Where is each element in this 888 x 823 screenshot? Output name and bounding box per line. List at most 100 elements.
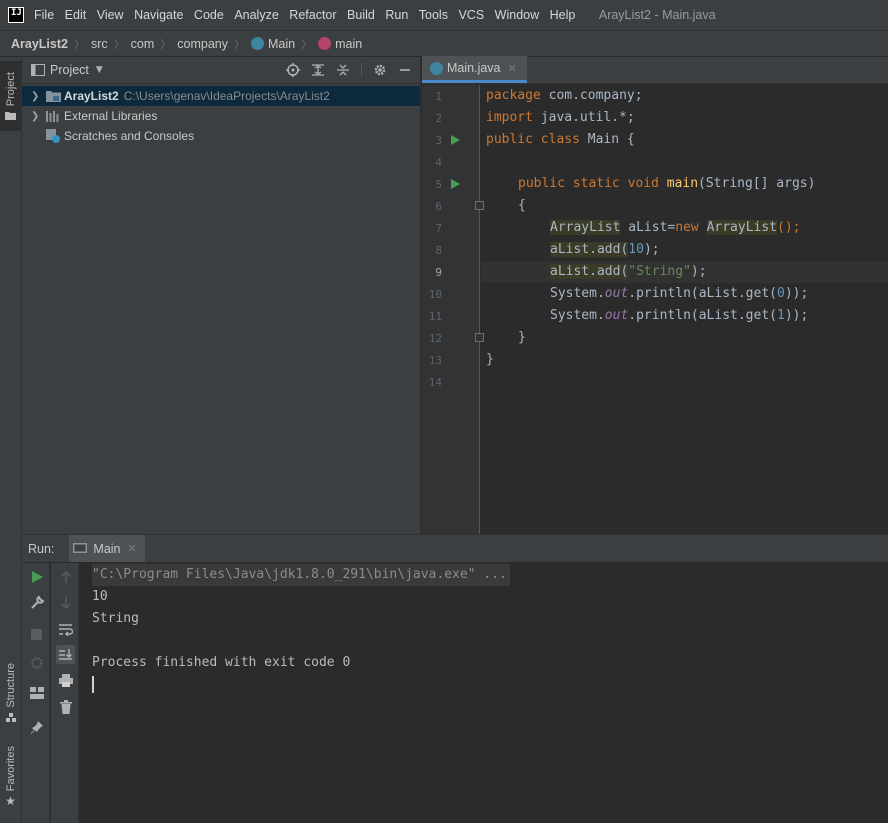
breadcrumb-project[interactable]: ArayList2 [11, 37, 68, 51]
breadcrumb-main-method[interactable]: main [335, 37, 362, 51]
run-config-icon [73, 543, 88, 553]
stop-button[interactable] [27, 625, 46, 644]
menu-edit[interactable]: Edit [65, 8, 87, 22]
code-line-2: import java.util.*; [486, 110, 635, 125]
favorites-tool-label: Favorites [4, 745, 17, 792]
breadcrumb-main-class[interactable]: Main [268, 37, 295, 51]
console-output[interactable]: "C:\Program Files\Java\jdk1.8.0_291\bin\… [80, 563, 888, 823]
line-number: 12 [428, 332, 442, 345]
print-button[interactable] [56, 671, 75, 690]
editor-gutter: 1 2 3 4 5 6 7 8 9 10 11 12 13 14 [422, 85, 484, 534]
menu-window[interactable]: Window [495, 8, 539, 22]
project-panel: Project ▼ ❯ ArayList2 C:\Users\genav\Ide… [22, 57, 421, 534]
wrench-icon [30, 595, 44, 609]
menu-run[interactable]: Run [385, 8, 408, 22]
pin-icon [30, 720, 43, 734]
run-tab-label: Main [93, 541, 121, 556]
code-editor: Main.java ✕ 1 2 3 4 5 6 7 8 9 10 11 12 1… [422, 56, 888, 534]
run-panel-header: Run: Main ✕ [22, 535, 888, 562]
project-tool-label: Project [4, 71, 17, 107]
structure-tool-tab[interactable]: Structure [0, 653, 21, 733]
run-method-icon[interactable] [451, 179, 460, 189]
scroll-down-button[interactable] [56, 593, 75, 612]
line-number: 8 [435, 244, 442, 257]
toolbar-divider [361, 63, 362, 77]
window-title: ArayList2 - Main.java [598, 8, 716, 22]
close-icon[interactable]: ✕ [508, 62, 517, 75]
line-number: 13 [428, 354, 442, 367]
menu-tools[interactable]: Tools [419, 8, 448, 22]
menu-analyze[interactable]: Analyze [234, 8, 278, 22]
code-line-7: ArrayList aList=new ArrayList(); [550, 220, 801, 235]
run-tab-main[interactable]: Main ✕ [69, 535, 145, 562]
menu-vcs[interactable]: VCS [458, 8, 484, 22]
menu-refactor[interactable]: Refactor [289, 8, 336, 22]
breadcrumb-company[interactable]: company [177, 37, 228, 51]
star-icon: ★ [5, 794, 16, 809]
clear-console-button[interactable] [56, 697, 75, 716]
tree-item-label: ArayList2 [64, 89, 119, 103]
rerun-button[interactable] [27, 567, 46, 586]
menu-help[interactable]: Help [550, 8, 576, 22]
chevron-right-icon[interactable]: ❯ [31, 111, 45, 122]
print-icon [58, 674, 73, 687]
run-panel: Run: Main ✕ "C:\Program Files\Java\jdk1.… [22, 534, 888, 823]
favorites-tool-tab[interactable]: Favorites ★ [0, 741, 21, 813]
console-output-line: 10 [92, 589, 108, 604]
tree-item-path: C:\Users\genav\IdeaProjects\ArayList2 [123, 89, 330, 103]
method-icon [318, 37, 332, 50]
menu-navigate[interactable]: Navigate [134, 8, 183, 22]
line-number: 2 [435, 112, 442, 125]
console-command-line: "C:\Program Files\Java\jdk1.8.0_291\bin\… [92, 564, 510, 586]
layout-button[interactable] [27, 683, 46, 702]
hide-panel-icon[interactable] [398, 63, 412, 77]
chevron-right-icon: 〉 [160, 38, 172, 51]
project-panel-title[interactable]: Project [50, 63, 89, 77]
scroll-to-end-icon [58, 648, 72, 660]
line-number: 11 [428, 310, 442, 323]
scroll-up-button[interactable] [56, 567, 75, 586]
debug-settings-button[interactable] [27, 653, 46, 672]
chevron-right-icon[interactable]: ❯ [31, 91, 45, 102]
dropdown-arrow-icon[interactable]: ▼ [96, 65, 103, 75]
soft-wrap-icon [58, 623, 73, 636]
project-view-icon [31, 64, 45, 76]
tree-item-external-libraries[interactable]: ❯ External Libraries [22, 106, 420, 126]
menu-view[interactable]: View [97, 8, 124, 22]
code-line-13: } [486, 352, 494, 367]
close-icon[interactable]: ✕ [128, 542, 137, 555]
menu-build[interactable]: Build [347, 8, 375, 22]
editor-tab-label: Main.java [447, 61, 501, 75]
tree-item-scratches[interactable]: Scratches and Consoles [22, 126, 420, 146]
collapse-all-icon[interactable] [336, 63, 350, 77]
tree-item-label: Scratches and Consoles [64, 129, 195, 143]
breadcrumb-src[interactable]: src [91, 37, 108, 51]
gear-icon[interactable] [373, 63, 387, 77]
trash-icon [59, 699, 72, 714]
expand-all-icon[interactable] [311, 63, 325, 77]
intellij-logo-icon: IJ [8, 7, 24, 23]
left-tool-stripe: Project Structure Favorites ★ [0, 57, 22, 823]
menu-code[interactable]: Code [194, 8, 224, 22]
pin-button[interactable] [27, 717, 46, 736]
locate-icon[interactable] [286, 63, 300, 77]
menu-file[interactable]: File [34, 8, 54, 22]
code-area[interactable]: package com.company; import java.util.*;… [481, 85, 888, 534]
breadcrumb-com[interactable]: com [131, 37, 155, 51]
line-number: 3 [435, 134, 442, 147]
library-icon [45, 109, 61, 123]
soft-wrap-button[interactable] [56, 620, 75, 639]
class-icon [430, 61, 443, 75]
scroll-to-end-button[interactable] [56, 645, 75, 664]
arrow-down-icon [60, 596, 71, 609]
line-number: 7 [435, 222, 442, 235]
editor-tab-main-java[interactable]: Main.java ✕ [422, 56, 527, 83]
folder-icon [45, 89, 61, 103]
run-toolbar-left [22, 563, 50, 823]
tree-item-project-root[interactable]: ❯ ArayList2 C:\Users\genav\IdeaProjects\… [22, 86, 420, 106]
run-class-icon[interactable] [451, 135, 460, 145]
project-tool-tab[interactable]: Project [0, 61, 21, 131]
menu-bar: IJ File Edit View Navigate Code Analyze … [0, 0, 888, 30]
run-label: Run: [28, 541, 55, 556]
edit-config-button[interactable] [27, 593, 46, 612]
